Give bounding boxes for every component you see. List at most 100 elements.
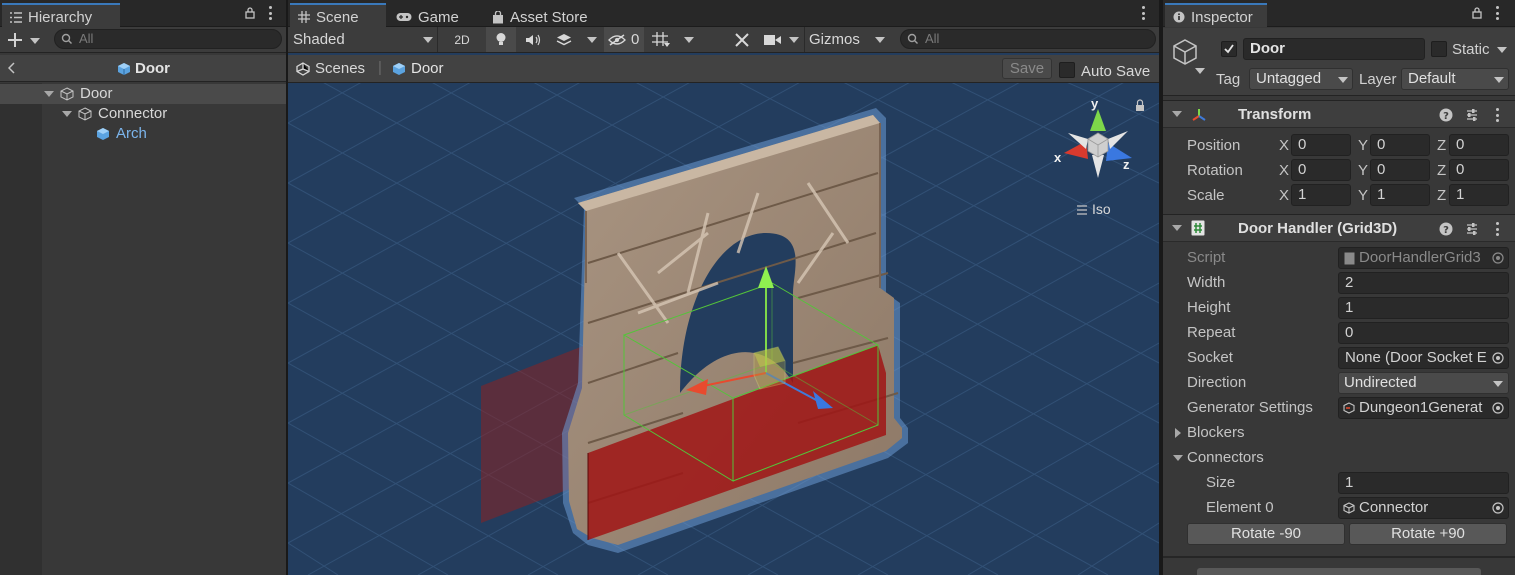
active-checkbox[interactable] xyxy=(1221,41,1237,57)
object-name-field[interactable]: Door xyxy=(1243,38,1425,60)
expand-arrow-icon[interactable] xyxy=(44,91,54,97)
add-component-button[interactable] xyxy=(1197,568,1481,575)
camera-dropdown[interactable] xyxy=(760,27,804,52)
shading-mode-dropdown[interactable]: Shaded xyxy=(288,27,438,52)
chevron-down-icon xyxy=(1494,77,1504,83)
component-menu-icon[interactable] xyxy=(1495,108,1499,122)
rotation-y-field[interactable]: 0 xyxy=(1370,159,1430,181)
preset-sliders-icon[interactable] xyxy=(1465,222,1479,236)
tools-button[interactable] xyxy=(728,27,756,52)
scale-x-field[interactable]: 1 xyxy=(1291,184,1351,206)
gizmos-dropdown[interactable]: Gizmos xyxy=(804,27,890,52)
height-label: Height xyxy=(1187,299,1231,316)
hierarchy-breadcrumb-label: Door xyxy=(135,60,170,77)
help-icon[interactable]: ? xyxy=(1439,108,1453,122)
repeat-field[interactable]: 0 xyxy=(1338,322,1509,344)
tab-scene[interactable]: Scene xyxy=(290,3,386,27)
tag-dropdown[interactable]: Untagged xyxy=(1249,68,1353,90)
chevron-down-icon xyxy=(1338,77,1348,83)
save-button[interactable]: Save xyxy=(1002,58,1052,79)
collapse-arrow-icon[interactable] xyxy=(1172,111,1182,117)
preset-sliders-icon[interactable] xyxy=(1465,108,1479,122)
scene-tabbar: Scene Game Asset Store xyxy=(288,0,1159,27)
auto-save-checkbox[interactable] xyxy=(1059,62,1075,78)
tag-value: Untagged xyxy=(1256,70,1322,87)
direction-dropdown[interactable]: Undirected xyxy=(1338,372,1509,394)
lock-icon[interactable] xyxy=(245,7,255,19)
expand-arrow-icon[interactable] xyxy=(1175,428,1181,438)
grid-dropdown[interactable] xyxy=(648,27,700,52)
element-0-field[interactable]: Connector xyxy=(1338,497,1509,519)
scenes-breadcrumb[interactable]: Scenes xyxy=(296,60,365,77)
transform-header[interactable]: Transform ? xyxy=(1163,100,1515,128)
height-field[interactable]: 1 xyxy=(1338,297,1509,319)
chevron-down-icon xyxy=(423,37,433,43)
static-label: Static xyxy=(1452,41,1490,58)
direction-value: Undirected xyxy=(1344,374,1417,391)
scene-menu-icon[interactable] xyxy=(1141,6,1145,20)
static-checkbox[interactable] xyxy=(1431,41,1447,57)
chevron-down-icon[interactable] xyxy=(1195,68,1205,74)
script-hash-icon xyxy=(1191,220,1205,236)
hierarchy-toolbar: All xyxy=(0,27,286,53)
lock-icon[interactable] xyxy=(1472,7,1482,19)
blockers-label[interactable]: Blockers xyxy=(1187,424,1245,441)
tree-item-arch[interactable]: Arch xyxy=(0,124,286,144)
tree-item-label: Door xyxy=(80,85,113,102)
tab-asset-store[interactable]: Asset Store xyxy=(484,3,604,27)
search-icon xyxy=(907,33,918,44)
component-menu-icon[interactable] xyxy=(1495,222,1499,236)
object-picker-icon[interactable] xyxy=(1492,402,1504,414)
rotation-x-field[interactable]: 0 xyxy=(1291,159,1351,181)
position-z-field[interactable]: 0 xyxy=(1449,134,1509,156)
unity-logo-icon xyxy=(296,61,310,76)
hidden-objects-toggle[interactable]: 0 xyxy=(604,27,644,52)
socket-field[interactable]: None (Door Socket E xyxy=(1338,347,1509,369)
door-handler-header[interactable]: Door Handler (Grid3D) ? xyxy=(1163,214,1515,242)
hierarchy-search-input[interactable]: All xyxy=(54,29,282,49)
audio-toggle[interactable] xyxy=(518,27,548,52)
collapse-arrow-icon[interactable] xyxy=(1172,225,1182,231)
expand-arrow-icon[interactable] xyxy=(62,111,72,117)
connectors-label[interactable]: Connectors xyxy=(1187,449,1264,466)
object-picker-icon[interactable] xyxy=(1492,352,1504,364)
size-field[interactable]: 1 xyxy=(1338,472,1509,494)
generator-settings-field[interactable]: Dungeon1Generat xyxy=(1338,397,1509,419)
rotate-minus-90-button[interactable]: Rotate -90 xyxy=(1187,523,1345,545)
effects-dropdown[interactable] xyxy=(550,27,600,52)
tab-game[interactable]: Game xyxy=(388,3,478,27)
help-icon[interactable]: ? xyxy=(1439,222,1453,236)
hierarchy-menu-icon[interactable] xyxy=(268,6,272,20)
tree-item-door[interactable]: Door xyxy=(0,84,286,104)
x-axis-label: X xyxy=(1279,187,1290,204)
tree-item-connector[interactable]: Connector xyxy=(0,104,286,124)
chevron-down-icon xyxy=(1493,381,1503,387)
prefab-door-breadcrumb[interactable]: Door xyxy=(392,60,444,77)
toggle-2d-button[interactable]: 2D xyxy=(448,30,476,50)
object-picker-icon[interactable] xyxy=(1492,502,1504,514)
layer-dropdown[interactable]: Default xyxy=(1401,68,1509,90)
hidden-objects-count: 0 xyxy=(631,31,640,48)
back-chevron-icon[interactable] xyxy=(8,62,16,74)
inspector-menu-icon[interactable] xyxy=(1495,6,1499,20)
scene-viewport[interactable] xyxy=(288,83,1159,575)
position-y-field[interactable]: 0 xyxy=(1370,134,1430,156)
scale-z-field[interactable]: 1 xyxy=(1449,184,1509,206)
gamepad-icon xyxy=(396,13,412,21)
collapse-arrow-icon[interactable] xyxy=(1173,455,1183,461)
tab-hierarchy[interactable]: Hierarchy xyxy=(2,3,120,27)
projection-label[interactable]: Iso xyxy=(1092,201,1111,217)
chevron-down-icon[interactable] xyxy=(1497,47,1507,53)
section-divider xyxy=(1163,556,1515,558)
position-x-field[interactable]: 0 xyxy=(1291,134,1351,156)
scale-y-field[interactable]: 1 xyxy=(1370,184,1430,206)
panel-divider[interactable] xyxy=(286,0,288,575)
lighting-toggle[interactable] xyxy=(486,27,516,52)
width-field[interactable]: 2 xyxy=(1338,272,1509,294)
add-button[interactable] xyxy=(6,31,42,49)
scene-search-input[interactable]: All xyxy=(900,29,1156,49)
rotation-z-field[interactable]: 0 xyxy=(1449,159,1509,181)
tab-inspector[interactable]: Inspector xyxy=(1165,3,1267,27)
rotate-plus-90-button[interactable]: Rotate +90 xyxy=(1349,523,1507,545)
panel-divider[interactable] xyxy=(1159,0,1163,575)
